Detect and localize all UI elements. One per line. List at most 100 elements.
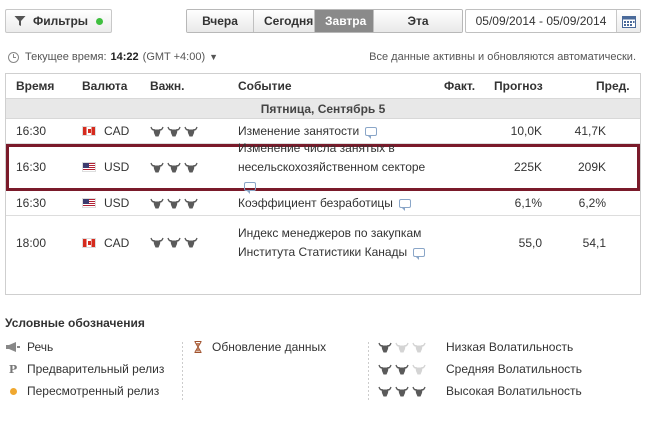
tab-today[interactable]: Сегодня (254, 10, 315, 32)
legend-revised: Пересмотренный релиз (5, 384, 159, 398)
table-row[interactable]: 16:30 USD Коэффициент безработицы 6,1% 6,2% (6, 191, 640, 216)
tab-tomorrow[interactable]: Завтра (315, 10, 374, 32)
auto-update-note: Все данные активны и обновляются автомат… (369, 51, 636, 63)
header-importance: Важн. (150, 79, 185, 93)
row-importance (150, 216, 198, 269)
date-tabs: Вчера Сегодня Завтра Эта Неделя (186, 9, 463, 33)
usa-flag-icon (82, 162, 96, 172)
hourglass-icon (190, 341, 206, 353)
bull-icon (378, 364, 392, 374)
row-currency-code: CAD (104, 124, 130, 138)
bull-icon (395, 386, 409, 396)
header-previous: Пред. (596, 79, 630, 93)
row-currency-code: USD (104, 160, 130, 174)
timezone-label: (GMT +4:00) (142, 51, 206, 63)
bull-icon (150, 198, 164, 208)
bull-icon (412, 386, 426, 396)
legend-mid-volatility-label: Средняя Волатильность (446, 362, 583, 376)
day-header: Пятница, Сентябрь 5 (6, 99, 640, 119)
current-time-value: 14:22 (110, 51, 139, 63)
megaphone-icon (5, 342, 21, 352)
filter-active-dot (96, 17, 104, 25)
table-row[interactable]: 16:30 USD Изменение числа занятых в несель… (6, 141, 640, 194)
bull-icon (412, 364, 426, 374)
calendar-icon[interactable] (616, 10, 640, 32)
row-currency: CAD (82, 216, 129, 269)
row-event[interactable]: Изменение числа занятых в несельскохозяй… (238, 141, 438, 194)
legend-divider-2 (368, 342, 369, 402)
chevron-down-icon[interactable]: ▼ (209, 52, 218, 62)
current-time[interactable]: Текущее время: 14:22 (GMT +4:00) ▼ (8, 51, 218, 63)
tab-this-week[interactable]: Эта Неделя (374, 10, 462, 32)
bull-icon (167, 237, 181, 248)
legend-high-volatility: Высокая Волатильность (378, 384, 582, 398)
bull-icon (167, 198, 181, 208)
row-event[interactable]: Коэффициент безработицы (238, 191, 438, 215)
table-row[interactable]: 18:00 CAD Индекс менеджеров по закупкам Ин… (6, 216, 640, 269)
row-importance (150, 191, 198, 215)
legend-revised-label: Пересмотренный релиз (27, 384, 160, 398)
row-currency-code: USD (104, 196, 130, 210)
legend-data-update: Обновление данных (190, 340, 326, 354)
bull-icon (395, 342, 409, 352)
bull-icon (150, 162, 164, 172)
comment-icon[interactable] (413, 247, 426, 260)
legend-title: Условные обозначения (5, 316, 145, 330)
row-importance (150, 119, 198, 143)
legend-preliminary: P Предварительный релиз (5, 362, 164, 376)
date-range-input[interactable]: 05/09/2014 - 05/09/2014 (466, 14, 616, 28)
bull-icon (150, 126, 164, 136)
legend-divider (182, 342, 183, 402)
row-time: 18:00 (16, 235, 47, 250)
comment-icon[interactable] (244, 181, 256, 194)
bull-icon (184, 126, 198, 136)
legend-speech-label: Речь (27, 340, 54, 354)
bull-icon (412, 342, 426, 352)
canada-flag-icon (82, 237, 96, 248)
bull-icon (150, 237, 164, 248)
header-actual: Факт. (444, 79, 476, 93)
legend-preliminary-label: Предварительный релиз (27, 362, 165, 376)
bull-icon (167, 126, 181, 136)
table-header: Время Валюта Важн. Событие Факт. Прогноз… (6, 74, 640, 99)
row-forecast: 225K (513, 160, 542, 174)
bull-icon (184, 162, 198, 172)
legend-speech: Речь (5, 340, 53, 354)
funnel-icon (13, 14, 27, 28)
header-event: Событие (238, 79, 292, 93)
legend-data-update-label: Обновление данных (212, 340, 327, 354)
header-currency: Валюта (82, 79, 128, 93)
current-time-label: Текущее время: (25, 51, 107, 63)
row-event-title[interactable]: Изменение числа занятых в несельскохозяй… (238, 141, 425, 174)
row-previous: 54,1 (582, 235, 606, 250)
filters-button[interactable]: Фильтры (5, 9, 112, 33)
row-previous: 41,7K (574, 124, 606, 138)
row-currency-code: CAD (104, 235, 130, 250)
row-forecast: 6,1% (514, 196, 542, 210)
economic-calendar-table: Время Валюта Важн. Событие Факт. Прогноз… (5, 73, 641, 295)
bull-icon (378, 386, 392, 396)
date-range-picker[interactable]: 05/09/2014 - 05/09/2014 (465, 9, 641, 33)
row-currency: USD (82, 191, 129, 215)
bull-icon (184, 237, 198, 248)
row-time: 16:30 (16, 124, 47, 138)
bull-icon (167, 162, 181, 172)
row-event-title[interactable]: Изменение занятости (238, 124, 359, 138)
legend-mid-volatility: Средняя Волатильность (378, 362, 582, 376)
comment-icon[interactable] (365, 126, 378, 139)
bull-icon (184, 198, 198, 208)
header-time: Время (16, 79, 55, 93)
row-time: 16:30 (16, 160, 47, 174)
bull-icon (378, 342, 392, 352)
revised-dot-icon (5, 387, 21, 395)
row-forecast: 10,0K (510, 124, 542, 138)
bull-icon (395, 364, 409, 374)
filters-label: Фильтры (33, 14, 89, 28)
comment-icon[interactable] (398, 198, 411, 211)
canada-flag-icon (82, 126, 96, 136)
row-event-title[interactable]: Индекс менеджеров по закупкам Института … (238, 226, 421, 259)
table-body: 16:30 CAD Изменение занятости 10,0K 41,7K 16:… (6, 119, 640, 269)
row-event[interactable]: Индекс менеджеров по закупкам Института … (238, 216, 438, 269)
tab-yesterday[interactable]: Вчера (187, 10, 254, 32)
row-event-title[interactable]: Коэффициент безработицы (238, 196, 393, 210)
